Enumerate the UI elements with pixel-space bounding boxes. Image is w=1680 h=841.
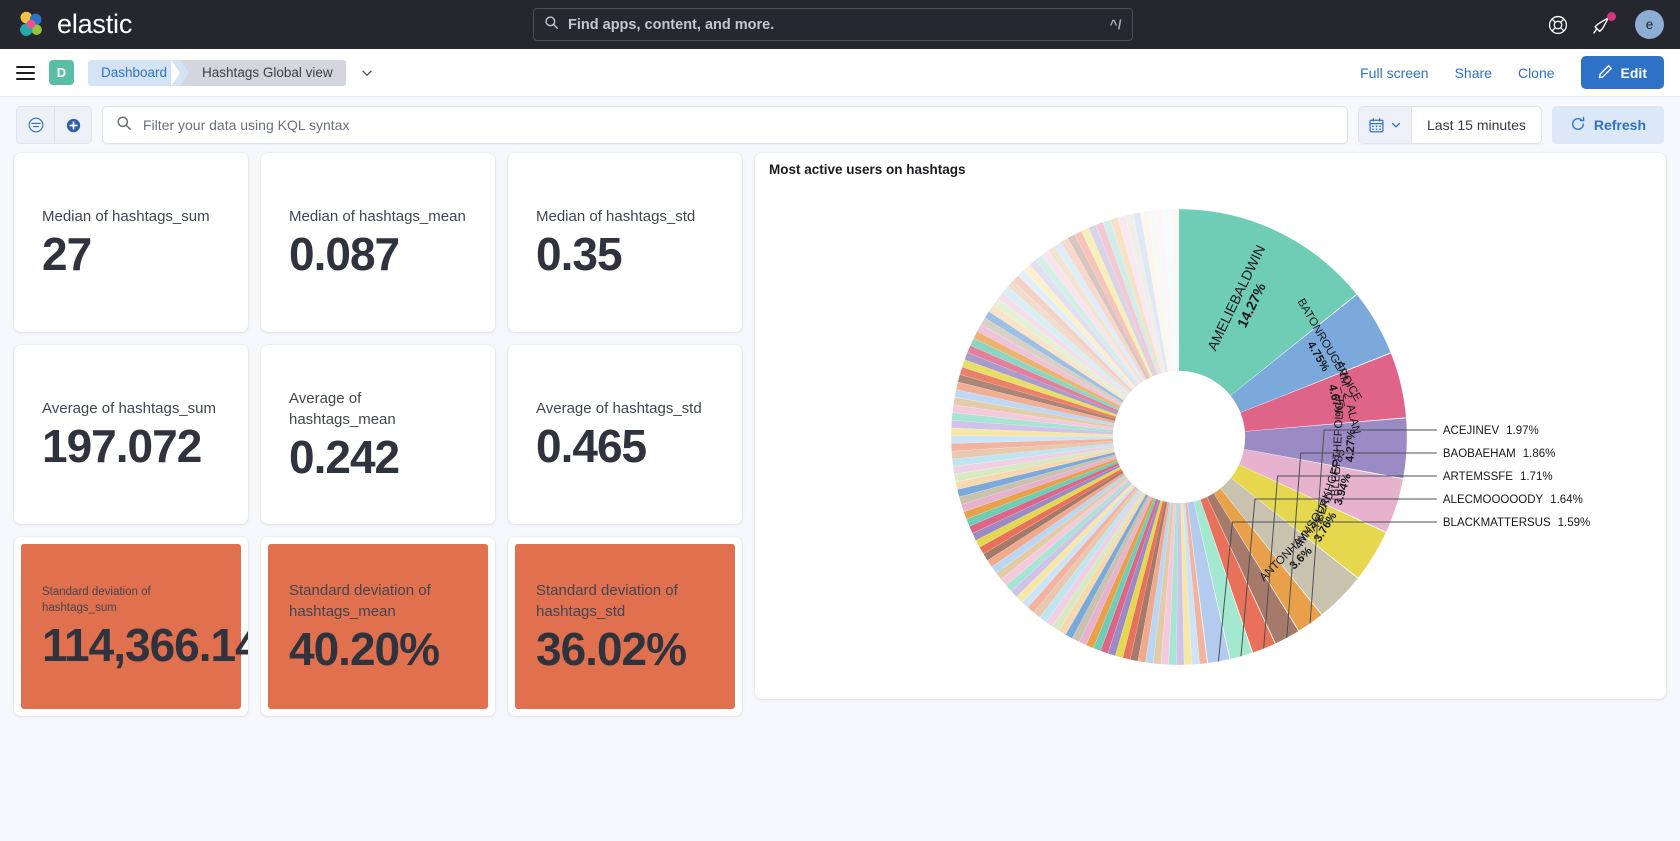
elastic-logo[interactable]: elastic	[0, 9, 132, 40]
edit-button[interactable]: Edit	[1580, 56, 1664, 89]
news-megaphone-icon[interactable]	[1591, 11, 1616, 36]
breadcrumb-bar: D Dashboard Hashtags Global view Full sc…	[0, 49, 1680, 97]
metric-body: Standard deviation of hashtags_std 36.02%	[515, 544, 735, 709]
refresh-icon	[1570, 116, 1586, 135]
pie-chart[interactable]: AMELIEBALDWIN 14.27% BATONROUGEVOICE 4.75% A…	[761, 181, 1660, 693]
metric-value: 114,366.14%	[42, 619, 248, 672]
donut-chart-svg: AMELIEBALDWIN14.27% BATONROUGEVOICE4.75%A…	[951, 209, 1591, 665]
metric-value: 0.087	[289, 228, 400, 281]
metric-value: 40.20%	[289, 623, 440, 676]
share-button[interactable]: Share	[1455, 65, 1492, 81]
breadcrumb-chevron-down-icon[interactable]	[360, 66, 374, 80]
space-avatar[interactable]: D	[49, 60, 74, 85]
metric-panel[interactable]: Average of hashtags_mean 0.242	[261, 345, 495, 524]
metric-label: Standard deviation of hashtags_std	[536, 581, 678, 621]
metric-panel[interactable]: Standard deviation of hashtags_sum 114,36…	[14, 537, 248, 716]
metric-label: Median of hashtags_mean	[289, 208, 466, 226]
metric-body: Average of hashtags_mean 0.242	[268, 352, 488, 517]
pie-slice-value: 4.27%	[1344, 429, 1358, 462]
metric-column-2: Median of hashtags_mean 0.087 Average of h…	[261, 153, 495, 716]
breadcrumb: Dashboard Hashtags Global view	[88, 59, 346, 86]
refresh-button[interactable]: Refresh	[1551, 106, 1664, 144]
metric-value: 0.242	[289, 431, 400, 484]
full-screen-button[interactable]: Full screen	[1360, 65, 1428, 81]
metric-label: Average of hashtags_std	[536, 400, 702, 418]
pie-callout-value: 1.64%	[1550, 494, 1583, 506]
pie-callout-value: 1.86%	[1523, 448, 1556, 460]
kql-placeholder: Filter your data using KQL syntax	[143, 117, 350, 133]
breadcrumb-item-dashboard[interactable]: Dashboard	[88, 59, 190, 86]
pie-chart-panel: Most active users on hashtags AMELIEBALD…	[755, 153, 1666, 699]
metric-value: 36.02%	[536, 623, 687, 676]
refresh-button-label: Refresh	[1593, 117, 1646, 133]
query-bar: Filter your data using KQL syntax Last 1…	[0, 97, 1680, 153]
elastic-mark-icon	[16, 10, 46, 40]
metric-body: Standard deviation of hashtags_mean 40.20…	[268, 544, 488, 709]
metric-value: 197.072	[42, 420, 202, 473]
clone-button[interactable]: Clone	[1518, 65, 1555, 81]
metric-panel[interactable]: Standard deviation of hashtags_mean 40.20…	[261, 537, 495, 716]
pie-callout-name: ALECMOOOOODY	[1443, 494, 1544, 506]
global-search-placeholder: Find apps, content, and more.	[568, 16, 775, 33]
time-range-value[interactable]: Last 15 minutes	[1411, 106, 1542, 144]
header-actions: e	[1547, 10, 1664, 39]
metric-body: Standard deviation of hashtags_sum 114,36…	[21, 544, 248, 709]
help-lifebuoy-icon[interactable]	[1547, 14, 1569, 36]
pie-callout-value: 1.59%	[1558, 517, 1591, 529]
dashboard-actions: Full screen Share Clone Edit	[1360, 56, 1664, 89]
metric-panel[interactable]: Median of hashtags_std 0.35	[508, 153, 742, 332]
metric-body: Average of hashtags_std 0.465	[515, 352, 735, 517]
dashboard-canvas: Median of hashtags_sum 27 Average of hasht…	[0, 153, 1680, 716]
filter-options-icon[interactable]	[16, 106, 54, 144]
metric-column-3: Median of hashtags_std 0.35 Average of has…	[508, 153, 742, 716]
chevron-down-icon	[1392, 122, 1401, 128]
pie-callout-value: 1.71%	[1520, 471, 1553, 483]
search-icon	[544, 15, 559, 35]
pie-callout-name: BAOBAEHAM	[1443, 448, 1516, 460]
metric-body: Median of hashtags_sum 27	[21, 160, 241, 325]
pie-callout-name: ACEJINEV	[1443, 425, 1500, 437]
metric-panel[interactable]: Standard deviation of hashtags_std 36.02%	[508, 537, 742, 716]
pie-callout-value: 1.97%	[1506, 425, 1539, 437]
menu-hamburger-icon[interactable]	[16, 65, 35, 80]
search-icon	[116, 115, 132, 136]
add-filter-icon[interactable]	[54, 106, 92, 144]
global-header: elastic Find apps, content, and more. ^/	[0, 0, 1680, 49]
edit-button-label: Edit	[1620, 64, 1647, 81]
notification-dot	[1607, 11, 1616, 21]
kql-query-input[interactable]: Filter your data using KQL syntax	[102, 106, 1349, 144]
metric-value: 0.35	[536, 228, 623, 281]
filter-controls	[16, 106, 92, 144]
metric-value: 0.465	[536, 420, 647, 473]
global-search-input[interactable]: Find apps, content, and more. ^/	[533, 8, 1133, 41]
metric-column-1: Median of hashtags_sum 27 Average of hasht…	[14, 153, 248, 716]
metric-panel[interactable]: Average of hashtags_std 0.465	[508, 345, 742, 524]
pie-callout-name: ARTEMSSFE	[1443, 471, 1513, 483]
metric-label: Average of hashtags_mean	[289, 389, 396, 429]
metric-panel[interactable]: Median of hashtags_mean 0.087	[261, 153, 495, 332]
metric-value: 27	[42, 228, 92, 281]
metric-label: Standard deviation of hashtags_sum	[42, 585, 151, 615]
metric-label: Median of hashtags_sum	[42, 208, 210, 226]
user-avatar[interactable]: e	[1635, 10, 1664, 39]
breadcrumb-item-current[interactable]: Hashtags Global view	[171, 59, 346, 86]
brand-name: elastic	[57, 9, 133, 39]
metric-body: Average of hashtags_sum 197.072	[21, 352, 241, 517]
metric-panel[interactable]: Median of hashtags_sum 27	[14, 153, 248, 332]
search-shortcut-hint: ^/	[1109, 17, 1122, 32]
chart-panel-title: Most active users on hashtags	[769, 162, 966, 177]
pencil-icon	[1598, 64, 1613, 82]
metric-label: Median of hashtags_std	[536, 208, 696, 226]
time-picker: Last 15 minutes	[1358, 106, 1542, 144]
calendar-icon-button[interactable]	[1358, 106, 1412, 144]
pie-callout-name: BLACKMATTERSUS	[1443, 517, 1551, 529]
metric-panel[interactable]: Average of hashtags_sum 197.072	[14, 345, 248, 524]
metric-body: Median of hashtags_mean 0.087	[268, 160, 488, 325]
metric-label: Average of hashtags_sum	[42, 400, 217, 418]
metric-label: Standard deviation of hashtags_mean	[289, 581, 431, 621]
metric-body: Median of hashtags_std 0.35	[515, 160, 735, 325]
